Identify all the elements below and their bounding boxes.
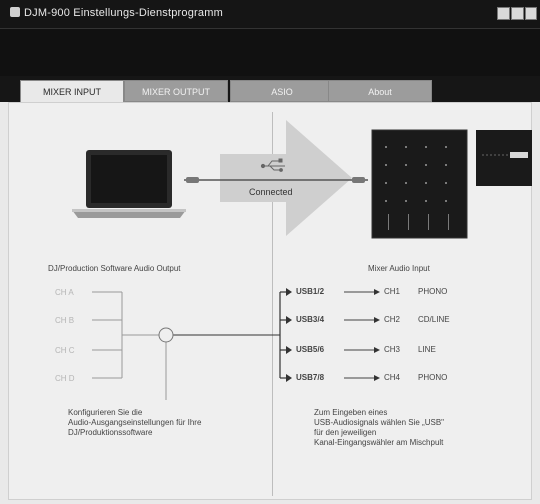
description-line: Kanal-Eingangswähler am Mischpult: [314, 438, 444, 447]
description-line: für den jeweiligen: [314, 428, 377, 437]
channel-label: CH A: [55, 288, 74, 297]
tab-mixer-input[interactable]: MIXER INPUT: [20, 80, 124, 104]
usb-route-label: USB1/2: [296, 287, 325, 296]
mixer-channel-label: CH3: [384, 345, 401, 354]
app-icon: [10, 7, 20, 17]
mixer-channel-label: CH1: [384, 287, 401, 296]
description-line: DJ/Produktionssoftware: [68, 428, 153, 437]
mixer-channel-label: CH2: [384, 315, 401, 324]
connection-status: Connected: [249, 187, 293, 197]
channel-label: CH C: [55, 346, 75, 355]
mixer-input-heading: Mixer Audio Input: [368, 264, 430, 273]
usb-route-label: USB3/4: [296, 315, 325, 324]
description-line: Konfigurieren Sie die: [68, 408, 143, 417]
channel-label: CH B: [55, 316, 75, 325]
input-source-label: LINE: [418, 345, 436, 354]
close-button[interactable]: [525, 7, 537, 20]
title-bar[interactable]: DJM-900 Einstellungs-Dienstprogramm: [0, 0, 540, 29]
right-description: Zum Eingeben eines USB-Audiosignals wähl…: [314, 408, 514, 448]
tab-mixer-output[interactable]: MIXER OUTPUT: [124, 80, 228, 102]
channel-label: CH D: [55, 374, 75, 383]
panel-divider: [272, 112, 273, 496]
usb-route-label: USB5/6: [296, 345, 325, 354]
mixer-channel-label: CH4: [384, 373, 401, 382]
description-line: Zum Eingeben eines: [314, 408, 388, 417]
tab-about[interactable]: About: [328, 80, 432, 102]
software-output-heading: DJ/Production Software Audio Output: [48, 264, 181, 273]
minimize-button[interactable]: [497, 7, 510, 20]
input-source-label: PHONO: [418, 287, 448, 296]
input-source-label: CD/LINE: [418, 315, 450, 324]
window-title-text: DJM-900 Einstellungs-Dienstprogramm: [24, 7, 223, 19]
description-line: USB-Audiosignals wählen Sie „USB": [314, 418, 445, 427]
app-window: DJM-900 Einstellungs-Dienstprogramm MIXE…: [0, 0, 540, 504]
left-description: Konfigurieren Sie die Audio-Ausgangseins…: [68, 408, 264, 438]
input-source-label: PHONO: [418, 373, 448, 382]
window-title: DJM-900 Einstellungs-Dienstprogramm: [10, 7, 223, 19]
maximize-button[interactable]: [511, 7, 524, 20]
description-line: Audio-Ausgangseinstellungen für Ihre: [68, 418, 202, 427]
tab-asio[interactable]: ASIO: [230, 80, 334, 102]
usb-route-label: USB7/8: [296, 373, 325, 382]
